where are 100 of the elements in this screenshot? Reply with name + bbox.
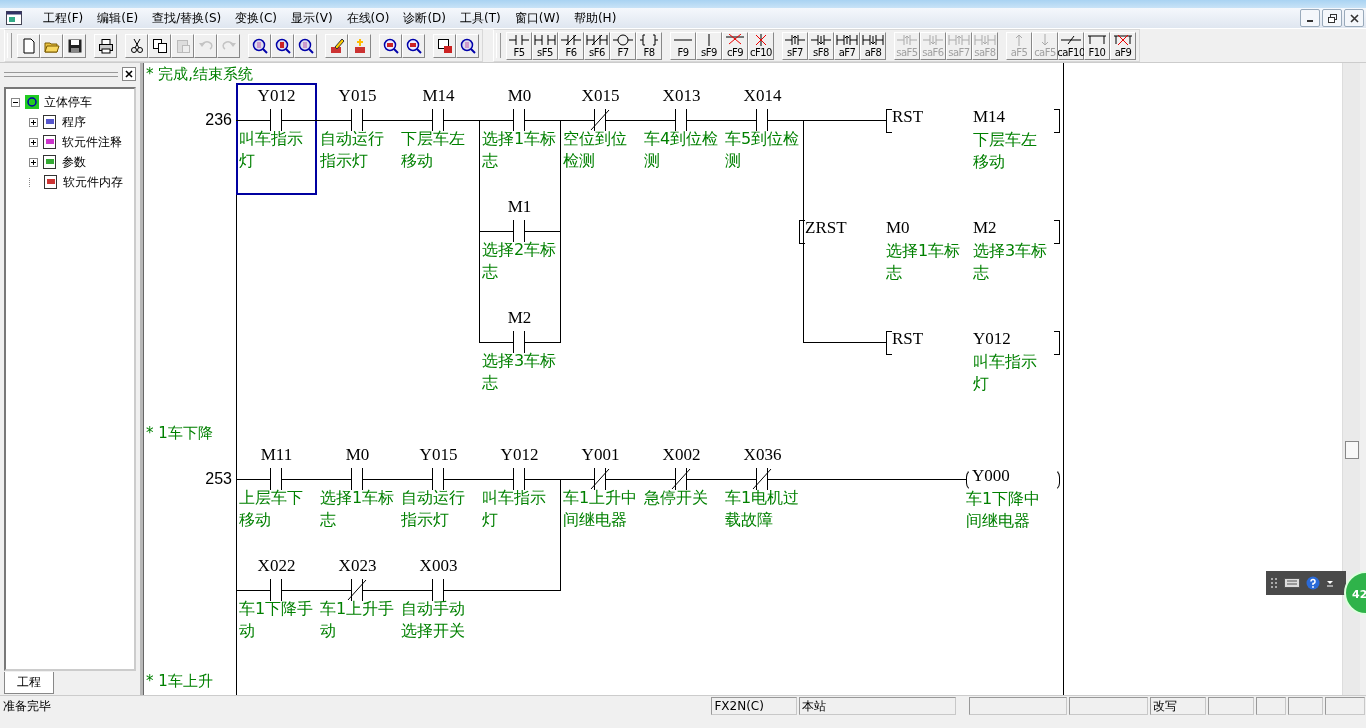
device-comment: 车1上升手动 — [320, 598, 396, 642]
device-label: X002 — [661, 445, 702, 465]
pen-tool-button[interactable] — [325, 33, 348, 58]
ladder-cell[interactable]: X023 车1上升手动 — [317, 553, 398, 665]
ladder-symbol-icon — [1086, 34, 1108, 46]
menu-item[interactable]: 窗口(W) — [507, 9, 567, 27]
expand-icon[interactable] — [29, 157, 38, 167]
close-button[interactable] — [122, 67, 136, 81]
menu-item[interactable]: 工程(F) — [36, 9, 91, 27]
ladder-cell[interactable]: X015 空位到位检测 — [560, 83, 641, 195]
collapse-icon[interactable] — [11, 97, 20, 107]
function-key-button[interactable]: aF7 — [834, 31, 860, 60]
function-key-button[interactable]: F10 — [1084, 31, 1110, 60]
print-tool-button[interactable] — [94, 33, 117, 58]
device-comment: 下层车左移动 — [973, 129, 1038, 173]
device-label: M2 — [973, 218, 997, 238]
function-key-button[interactable]: sF5 — [532, 31, 558, 60]
help-icon[interactable] — [1306, 576, 1320, 590]
find-tool-button[interactable] — [248, 33, 271, 58]
menu-item[interactable]: 诊断(D) — [396, 9, 453, 27]
ladder-symbol-icon — [508, 34, 530, 46]
ladder-cell[interactable]: Y012 叫车指示灯 — [479, 442, 560, 554]
tree-item[interactable]: 立体停车 — [44, 93, 92, 111]
function-key-button[interactable]: cF9 — [722, 31, 748, 60]
find4-tool-button[interactable] — [456, 33, 479, 58]
bracket-icon — [1054, 331, 1060, 355]
scrollbar-thumb[interactable] — [1345, 441, 1359, 459]
close-icon — [1349, 13, 1359, 23]
function-key-button[interactable]: sF6 — [584, 31, 610, 60]
ladder-cell[interactable]: X002 急停开关 — [641, 442, 722, 554]
ladder-cell[interactable]: Y012 叫车指示灯 — [236, 83, 317, 195]
station-label: 本站 — [798, 697, 956, 715]
function-key-button[interactable]: F7 — [610, 31, 636, 60]
find3-tool-button[interactable] — [294, 33, 317, 58]
tree-item[interactable]: 程序 — [62, 113, 86, 131]
ladder-cell[interactable]: M1 选择2车标志 — [479, 194, 560, 306]
keyboard-icon[interactable] — [1284, 578, 1300, 588]
new-tool-button[interactable] — [17, 33, 40, 58]
tree-item[interactable]: 软元件内存 — [63, 173, 123, 191]
menu-item[interactable]: 在线(O) — [339, 9, 397, 27]
expand-icon[interactable] — [29, 117, 38, 127]
menu-item[interactable]: 变换(C) — [228, 9, 284, 27]
device-label: X036 — [742, 445, 783, 465]
function-key-button[interactable]: F8 — [636, 31, 662, 60]
device-label: M0 — [344, 445, 371, 465]
restore-button[interactable] — [1322, 9, 1342, 27]
save-tool-button[interactable] — [63, 33, 86, 58]
ladder-cell[interactable]: Y001 车1上升中间继电器 — [560, 442, 641, 554]
minimize-button[interactable] — [1300, 9, 1320, 27]
ladder-cell[interactable]: X036 车1电机过载故障 — [722, 442, 803, 554]
menu-item[interactable]: 编辑(E) — [90, 9, 146, 27]
device-label: X015 — [580, 86, 621, 106]
bracket-icon — [886, 109, 892, 133]
device-comment: 车1下降中间继电器 — [966, 488, 1042, 532]
open-tool-button[interactable] — [40, 33, 63, 58]
device-comment: 叫车指示灯 — [239, 128, 304, 172]
project-tab[interactable]: 工程 — [4, 672, 54, 694]
function-key-button[interactable]: sF9 — [696, 31, 722, 60]
status-pane — [1287, 697, 1324, 715]
tree-item[interactable]: 软元件注释 — [62, 133, 122, 151]
function-key-button[interactable]: aF9 — [1110, 31, 1136, 60]
ladder-cell[interactable]: M14 下层车左移动 — [398, 83, 479, 195]
menu-item[interactable]: 帮助(H) — [566, 9, 624, 27]
ladder-cell[interactable]: X014 车5到位检测 — [722, 83, 803, 195]
zoom2-icon — [405, 37, 422, 54]
find2-tool-button[interactable] — [271, 33, 294, 58]
function-key-button[interactable]: sF7 — [782, 31, 808, 60]
ladder-symbol-icon — [638, 34, 660, 46]
function-key-button[interactable]: cF10 — [748, 31, 774, 60]
close-button[interactable] — [1344, 9, 1364, 27]
ladder-symbol-icon — [724, 34, 746, 46]
menu-item[interactable]: 工具(T) — [453, 9, 508, 27]
cut-tool-button[interactable] — [125, 33, 148, 58]
ladder-cell[interactable]: M0 选择1车标志 — [479, 83, 560, 195]
copy-tool-button[interactable] — [148, 33, 171, 58]
tree-item[interactable]: 参数 — [62, 153, 86, 171]
function-key-button[interactable]: sF8 — [808, 31, 834, 60]
ladder-cell[interactable]: M2 选择3车标志 — [479, 305, 560, 417]
menu-item[interactable]: 显示(V) — [284, 9, 340, 27]
function-key-button[interactable]: F6 — [558, 31, 584, 60]
device-comment: 下层车左移动 — [401, 128, 466, 172]
menu-item[interactable]: 查找/替换(S) — [145, 9, 229, 27]
ladder-cell[interactable]: X022 车1下降手动 — [236, 553, 317, 665]
zoom2-tool-button[interactable] — [402, 33, 425, 58]
ladder-cell[interactable]: Y015 自动运行指示灯 — [317, 83, 398, 195]
zoom-tool-button[interactable] — [379, 33, 402, 58]
function-key-button[interactable]: F9 — [670, 31, 696, 60]
status-message: 准备完毕 — [2, 697, 52, 715]
normally-closed-contact-icon — [590, 468, 610, 490]
ladder-cell[interactable]: Y015 自动运行指示灯 — [398, 442, 479, 554]
normally-closed-contact-icon — [752, 468, 772, 490]
expand-icon[interactable] — [29, 137, 38, 147]
ladder-cell[interactable]: X003 自动手动选择开关 — [398, 553, 479, 665]
ladder-cell[interactable]: M0 选择1车标志 — [317, 442, 398, 554]
function-key-button[interactable]: aF8 — [860, 31, 886, 60]
ladder-symbol-icon — [1015, 34, 1023, 46]
function-key-button[interactable]: F5 — [506, 31, 532, 60]
device-comment: 选择3车标志 — [973, 240, 1049, 284]
ladder-cell[interactable]: M11 上层车下移动 — [236, 442, 317, 554]
ladder-cell[interactable]: X013 车4到位检测 — [641, 83, 722, 195]
